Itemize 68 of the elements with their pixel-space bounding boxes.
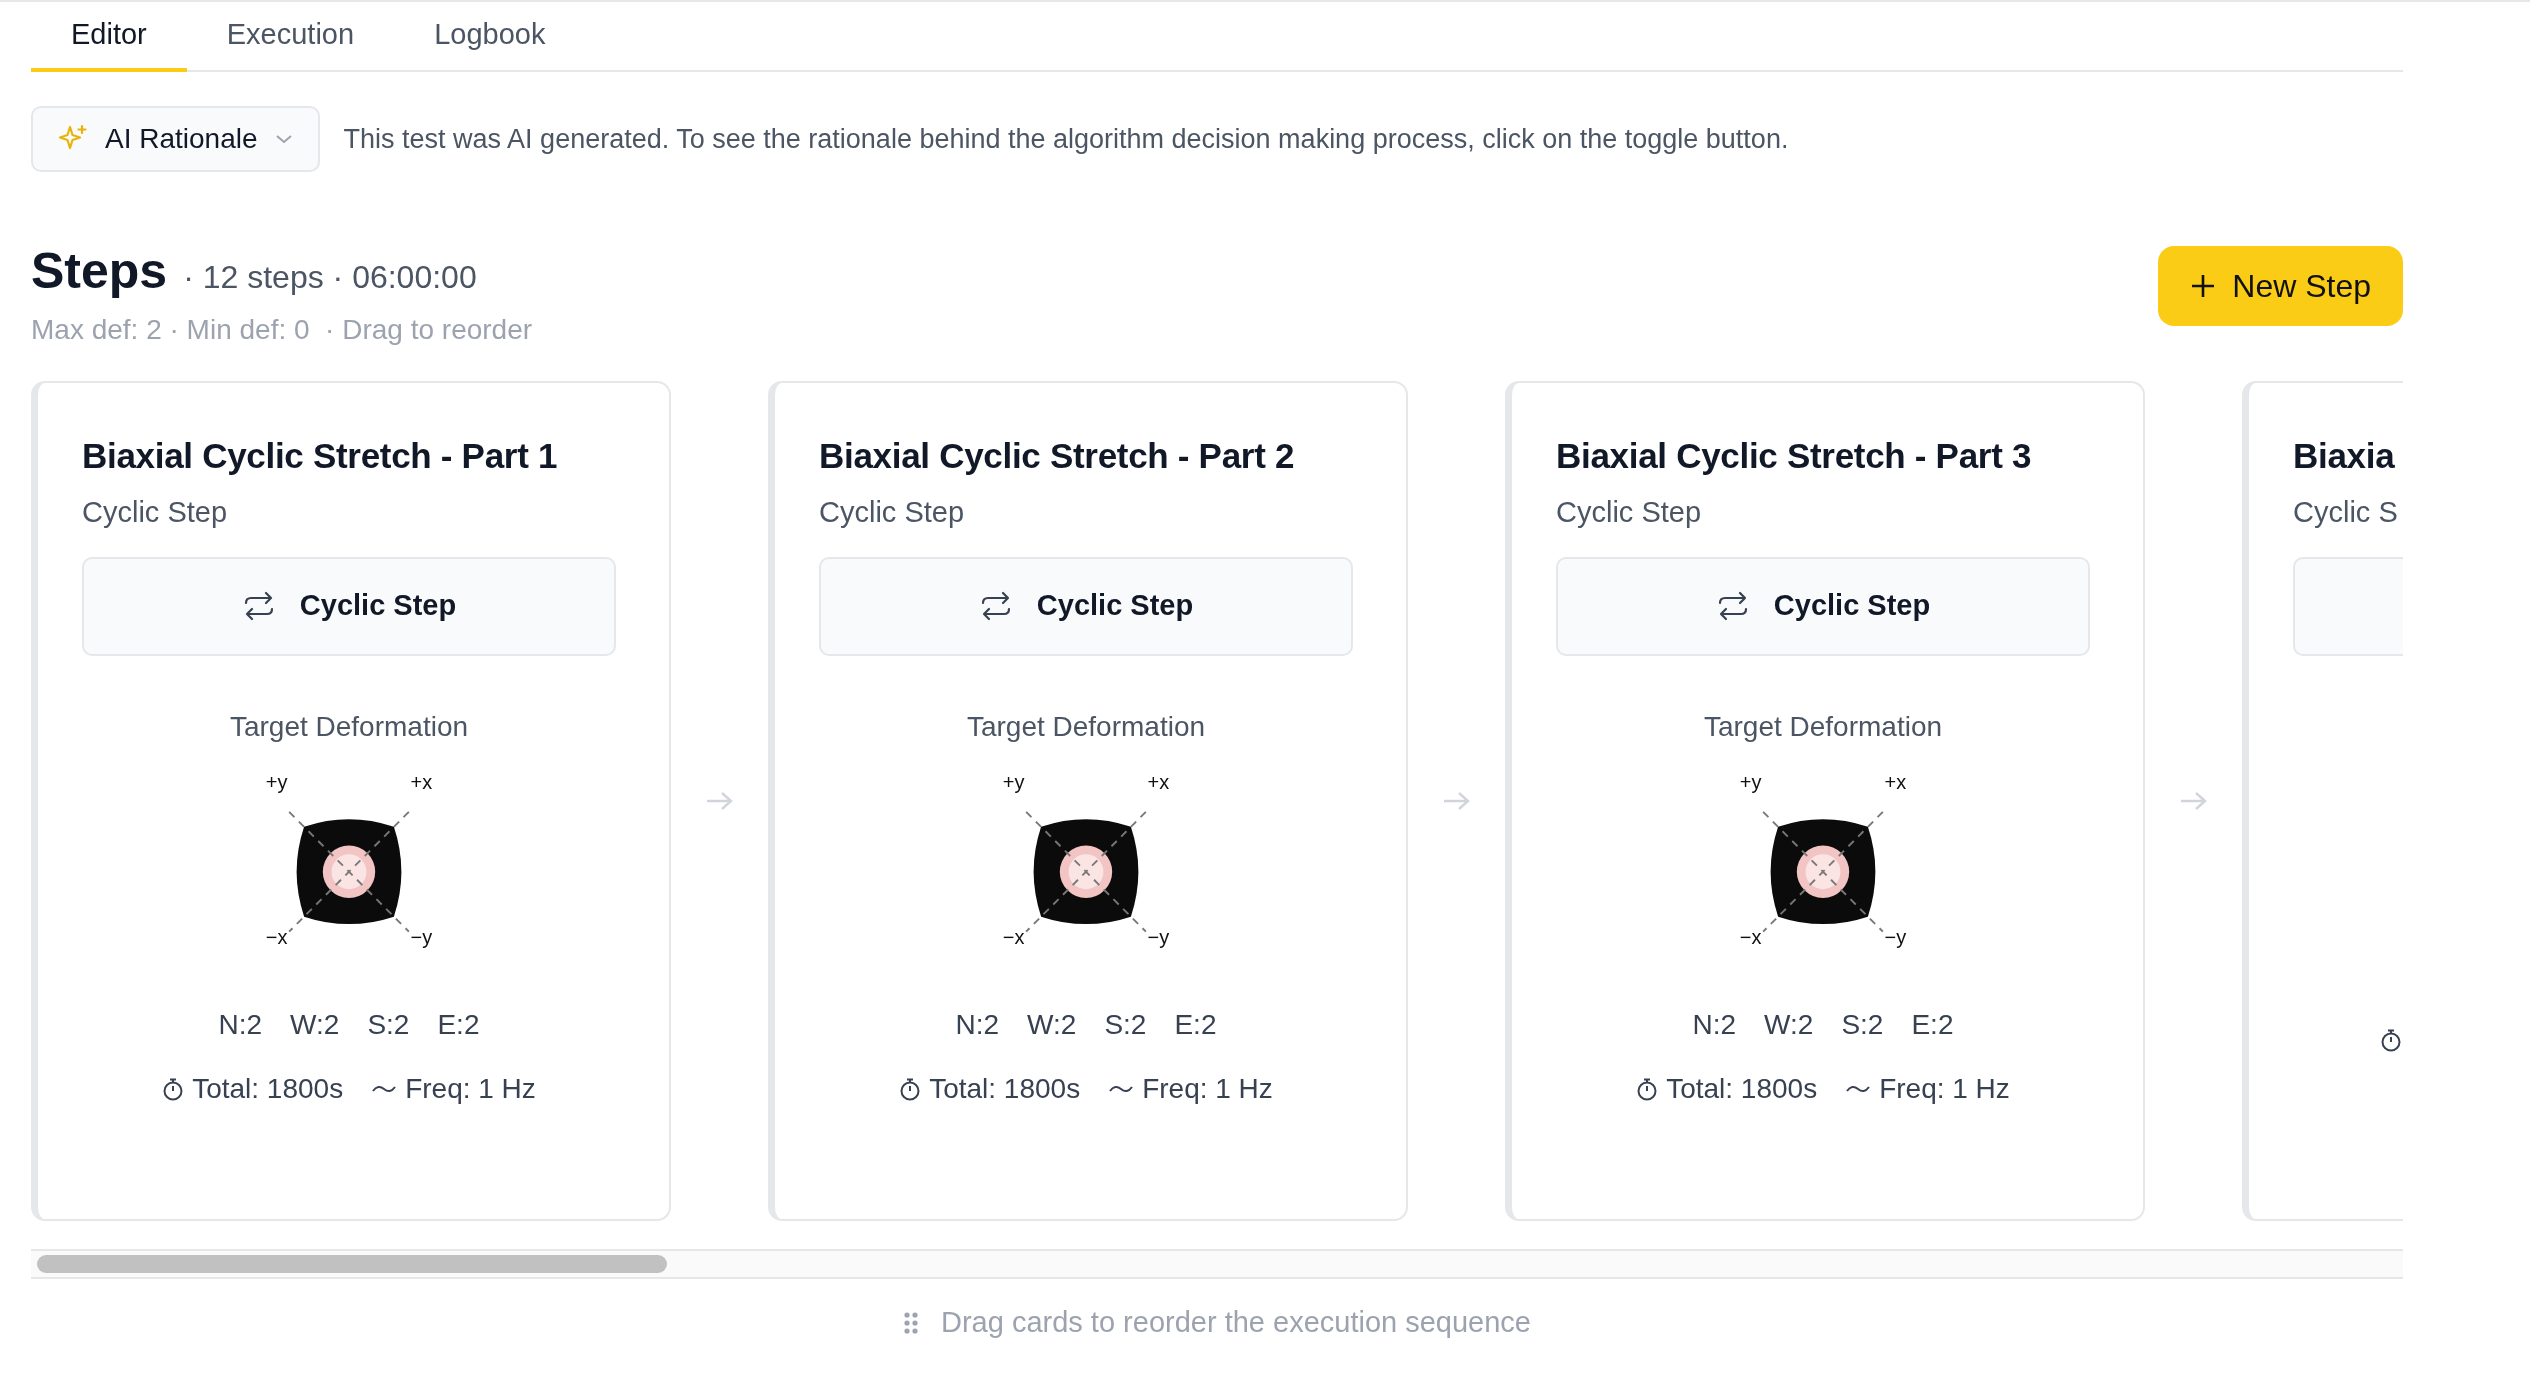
step-card[interactable]: Biaxial Cyclic Stretch - Part 1 Cyclic Step Cyclic Step Target Deformation +y +x −x −y N:2 W:2 S:2 E:2 Total: 1800s Freq: 1 Hz	[31, 381, 671, 1221]
card-title: Biaxia	[2293, 435, 2396, 477]
side-value: N:2	[955, 1007, 1000, 1042]
drag-hint: Drag cards to reorder the execution sequence	[941, 1305, 1531, 1340]
stopwatch-icon	[2380, 1027, 2402, 1052]
drag-handle-icon	[903, 1310, 919, 1335]
total-time: Total: 1800s	[929, 1071, 1081, 1106]
card-subtitle: Cyclic Step	[82, 495, 229, 530]
side-value: S:2	[367, 1007, 410, 1042]
axis-label: +y	[265, 770, 288, 793]
card-subtitle: Cyclic S	[2293, 495, 2399, 530]
ai-rationale-button[interactable]: AI Rationale	[31, 106, 320, 172]
axis-label: −x	[265, 925, 288, 948]
stopwatch-icon	[162, 1076, 185, 1101]
stopwatch-icon	[899, 1076, 922, 1101]
side-value: S:2	[1104, 1007, 1147, 1042]
card-subtitle: Cyclic Step	[1556, 495, 1703, 530]
arrow-right-icon	[1441, 790, 1472, 812]
tab[interactable]: Execution	[186, 2, 395, 72]
side-value: E:2	[1911, 1007, 1954, 1042]
deformation-label: Target Deformation	[229, 709, 469, 744]
stopwatch-icon	[1636, 1076, 1659, 1101]
axis-label: +x	[1884, 770, 1907, 793]
side-value: S:2	[1841, 1007, 1884, 1042]
card-subtitle: Cyclic Step	[819, 495, 966, 530]
card-title: Biaxial Cyclic Stretch - Part 3	[1556, 435, 2033, 477]
axis-label: −x	[1739, 925, 1762, 948]
steps-details: Max def: 2 · Min def: 0 · Drag to reorder	[31, 313, 533, 347]
axis-label: +y	[1002, 770, 1025, 793]
card-title: Biaxial Cyclic Stretch - Part 1	[82, 435, 559, 477]
step-card[interactable]: Biaxial Cyclic Stretch - Part 3 Cyclic Step Cyclic Step Target Deformation +y +x −x −y N:2 W:2 S:2 E:2 Total: 1800s Freq: 1 Hz	[1505, 381, 2145, 1221]
total-time: Total: 1800s	[192, 1071, 344, 1106]
arrow-right-icon	[704, 790, 735, 812]
side-value: W:2	[1764, 1007, 1814, 1042]
step-type-button[interactable]: Cyclic Step	[82, 556, 616, 656]
axis-label: −y	[410, 925, 433, 948]
steps-summary: · 12 steps · 06:00:00	[183, 258, 477, 297]
axis-label: +y	[1739, 770, 1762, 793]
side-value: N:2	[218, 1007, 263, 1042]
side-value: W:2	[1027, 1007, 1077, 1042]
step-type-button[interactable]: Cyclic Step	[1556, 556, 2090, 656]
new-step-button[interactable]: New Step	[2158, 246, 2403, 326]
scrollbar-thumb[interactable]	[37, 1255, 667, 1273]
tab[interactable]: Editor	[31, 2, 187, 72]
side-value: E:2	[1174, 1007, 1217, 1042]
deformation-label: Target Deformation	[966, 709, 1206, 744]
axis-label: +x	[410, 770, 433, 793]
frequency: Freq: 1 Hz	[1142, 1071, 1273, 1106]
arrow-right-icon	[2178, 790, 2209, 812]
side-value: E:2	[437, 1007, 480, 1042]
step-card[interactable]: Biaxia Cyclic S	[2242, 381, 2403, 1221]
step-card[interactable]: Biaxial Cyclic Stretch - Part 2 Cyclic Step Cyclic Step Target Deformation +y +x −x −y N:2 W:2 S:2 E:2 Total: 1800s Freq: 1 Hz	[768, 381, 1408, 1221]
frequency: Freq: 1 Hz	[1879, 1071, 2010, 1106]
frequency: Freq: 1 Hz	[405, 1071, 536, 1106]
tab[interactable]: Logbook	[394, 2, 586, 72]
axis-label: −y	[1884, 925, 1907, 948]
axis-label: +x	[1147, 770, 1170, 793]
card-title: Biaxial Cyclic Stretch - Part 2	[819, 435, 1296, 477]
side-value: N:2	[1692, 1007, 1737, 1042]
axis-label: −x	[1002, 925, 1025, 948]
side-value: W:2	[290, 1007, 340, 1042]
plus-icon	[2190, 273, 2217, 299]
axis-label: −y	[1147, 925, 1170, 948]
ai-generated-notice: This test was AI generated. To see the rationale behind the algorithm decision making process, click on the toggle button.	[343, 122, 1789, 156]
deformation-label: Target Deformation	[1703, 709, 1943, 744]
step-type-button[interactable]: Cyclic Step	[819, 556, 1353, 656]
total-time: Total: 1800s	[1666, 1071, 1818, 1106]
section-title: Steps	[31, 242, 168, 301]
